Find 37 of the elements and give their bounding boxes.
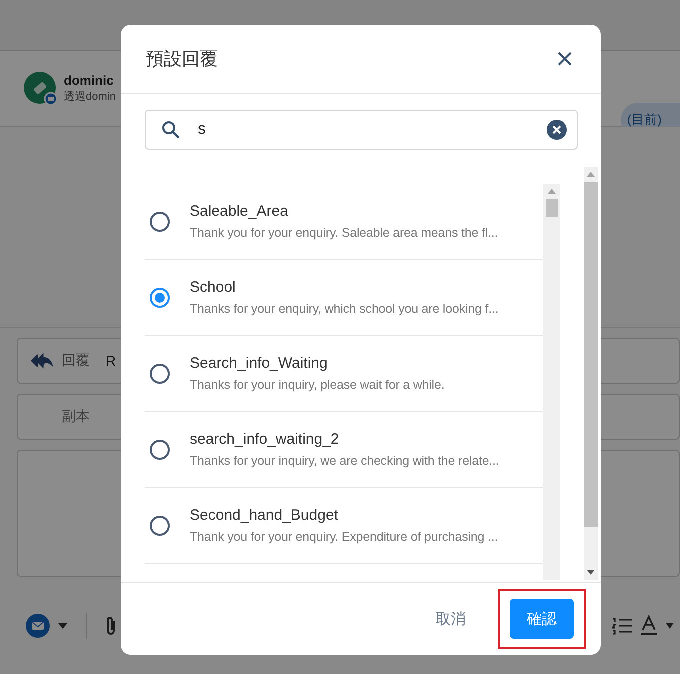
search-icon — [162, 121, 180, 139]
font-color-icon[interactable] — [640, 614, 658, 636]
mail-icon[interactable] — [26, 614, 50, 638]
radio-button[interactable] — [150, 440, 170, 460]
reply-preview: Thank you for your enquiry. Expenditure of purchasing ... — [190, 530, 498, 544]
radio-button[interactable] — [150, 516, 170, 536]
reply-title: Second_hand_Budget — [190, 507, 340, 524]
paperclip-icon[interactable] — [105, 614, 117, 636]
scrollbar[interactable] — [584, 167, 598, 580]
reply-title: search_info_waiting_2 — [190, 431, 340, 448]
ticket-avatar-icon — [24, 72, 58, 106]
reply-preview: Thanks for your inquiry, please wait for a while. — [190, 378, 445, 392]
search-text: s — [198, 121, 207, 139]
dialog-title: 預設回覆 — [146, 48, 218, 71]
reply-preview: Thanks for your inquiry, we are checking with the relate... — [190, 454, 500, 468]
caret-icon[interactable] — [58, 622, 68, 628]
sender-name: dominic — [64, 73, 115, 88]
clear-icon[interactable] — [547, 120, 567, 140]
reply-title: School — [190, 279, 237, 296]
via-text: 透過domin — [64, 90, 116, 104]
reply-all-icon — [30, 353, 54, 369]
reply-title: Saleable_Area — [190, 203, 290, 220]
reply-title: Search_info_Waiting — [190, 355, 329, 372]
reply-value: R — [106, 353, 116, 369]
scrollbar[interactable] — [543, 184, 560, 580]
cancel-button[interactable]: 取消 — [428, 602, 474, 636]
caret-icon[interactable] — [666, 622, 674, 628]
radio-button[interactable] — [150, 364, 170, 384]
reply-preview: Thanks for your enquiry, which school you are looking f... — [190, 302, 499, 316]
radio-button[interactable] — [150, 212, 170, 232]
radio-button[interactable] — [150, 288, 170, 308]
reply-label: 回覆 — [62, 352, 90, 370]
search-field[interactable]: s — [145, 110, 578, 150]
cc-label: 副本 — [62, 408, 90, 426]
numbered-list-icon[interactable] — [612, 616, 632, 634]
reply-preview: Thank you for your enquiry. Saleable area means the fl... — [190, 226, 498, 240]
close-icon[interactable] — [557, 51, 573, 67]
